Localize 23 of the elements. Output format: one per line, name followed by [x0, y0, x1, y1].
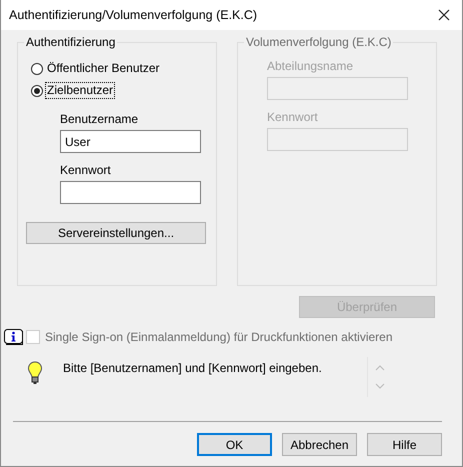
group-legend: Authentifizierung: [24, 35, 118, 50]
field-label: Kennwort: [60, 163, 112, 177]
info-icon: [4, 329, 24, 345]
input-field[interactable]: User: [60, 130, 201, 153]
server-settings-button[interactable]: Servereinstellungen...: [26, 222, 206, 244]
field-label: Kennwort: [267, 110, 319, 124]
dialog-button[interactable]: Hilfe: [367, 433, 442, 456]
field-label: Abteilungsname: [267, 59, 354, 73]
input-field[interactable]: [60, 181, 201, 204]
radio-button[interactable]: [31, 62, 43, 74]
radio-label[interactable]: Zielbenutzer: [46, 83, 114, 98]
scroll-up-icon[interactable]: [375, 364, 385, 372]
field-label: Benutzername: [60, 112, 140, 126]
dialog-button[interactable]: OK: [197, 433, 272, 456]
message-text: Bitte [Benutzernamen] und [Kennwort] eingeben.: [63, 361, 323, 377]
light-bulb-icon: [27, 361, 43, 385]
scroll-down-icon[interactable]: [375, 382, 385, 390]
close-icon[interactable]: [438, 9, 450, 21]
radio-button[interactable]: [31, 84, 43, 96]
radio-label[interactable]: Öffentlicher Benutzer: [46, 61, 161, 76]
group-legend: Volumenverfolgung (E.K.C): [244, 35, 394, 50]
window-title: Authentifizierung/Volumenverfolgung (E.K.C): [9, 8, 258, 22]
dialog-button[interactable]: Abbrechen: [282, 433, 357, 456]
